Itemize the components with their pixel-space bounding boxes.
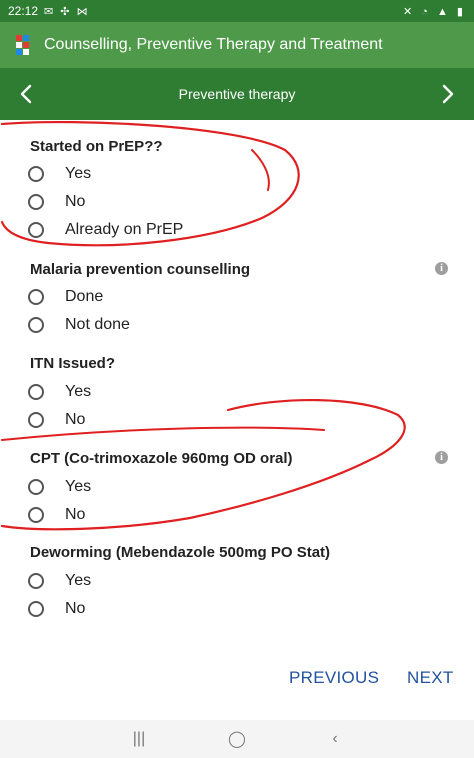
info-icon[interactable]: i <box>435 451 448 464</box>
option-label: Already on PrEP <box>65 221 184 238</box>
radio-button[interactable] <box>28 507 44 523</box>
system-status-icons: ✕ ◔ ▲ ▮ <box>403 5 466 18</box>
option-label: Yes <box>65 383 92 400</box>
section-title: Preventive therapy <box>178 86 296 102</box>
back-icon[interactable]: ‹ <box>320 730 350 748</box>
radio-button[interactable] <box>28 573 44 589</box>
notification-icons: ✉ ✣ ⋈ <box>44 5 90 18</box>
question-label: ITN Issued? <box>30 355 116 372</box>
option-label: No <box>65 600 86 617</box>
radio-option-no[interactable]: No <box>28 597 85 621</box>
radio-button[interactable] <box>28 601 44 617</box>
radio-option-yes[interactable]: Yes <box>28 569 91 593</box>
radio-option-not-done[interactable]: Not done <box>28 313 130 337</box>
radio-option-done[interactable]: Done <box>28 285 103 309</box>
info-icon[interactable]: i <box>435 262 448 275</box>
radio-option-no[interactable]: No <box>28 408 85 432</box>
radio-option-no[interactable]: No <box>28 190 85 214</box>
option-label: No <box>65 411 86 428</box>
next-button[interactable]: NEXT <box>407 668 454 688</box>
annotation-stroke-prep <box>251 149 270 191</box>
previous-button[interactable]: PREVIOUS <box>289 668 379 688</box>
radio-button[interactable] <box>28 194 44 210</box>
radio-option-yes[interactable]: Yes <box>28 380 91 404</box>
radio-button[interactable] <box>28 289 44 305</box>
option-label: No <box>65 193 86 210</box>
recents-icon[interactable]: ||| <box>124 730 154 748</box>
option-label: Yes <box>65 478 92 495</box>
app-bar: Counselling, Preventive Therapy and Trea… <box>0 22 474 68</box>
section-nav-bar: Preventive therapy <box>0 68 474 120</box>
status-bar: 22:12 ✉ ✣ ⋈ ✕ ◔ ▲ ▮ <box>0 0 474 22</box>
status-time: 22:12 <box>8 4 39 18</box>
app-logo-icon <box>16 35 30 55</box>
radio-button[interactable] <box>28 222 44 238</box>
radio-option-already-on-prep[interactable]: Already on PrEP <box>28 218 183 242</box>
app-title: Counselling, Preventive Therapy and Trea… <box>44 36 383 53</box>
question-label: Deworming (Mebendazole 500mg PO Stat) <box>30 544 331 561</box>
option-label: Done <box>65 288 104 305</box>
option-label: No <box>65 506 86 523</box>
option-label: Yes <box>65 165 92 182</box>
radio-button[interactable] <box>28 317 44 333</box>
radio-option-no[interactable]: No <box>28 503 85 527</box>
system-navigation-bar: ||| ◯ ‹ <box>0 720 474 758</box>
radio-button[interactable] <box>28 166 44 182</box>
home-icon[interactable]: ◯ <box>222 729 252 749</box>
question-label: CPT (Co-trimoxazole 960mg OD oral) <box>30 450 293 467</box>
chevron-right-icon[interactable] <box>434 80 462 108</box>
option-label: Not done <box>65 316 130 333</box>
radio-option-yes[interactable]: Yes <box>28 162 91 186</box>
radio-option-yes[interactable]: Yes <box>28 475 91 499</box>
option-label: Yes <box>65 572 92 589</box>
question-label: Started on PrEP?? <box>30 138 163 155</box>
chevron-left-icon[interactable] <box>12 80 40 108</box>
radio-button[interactable] <box>28 479 44 495</box>
radio-button[interactable] <box>28 384 44 400</box>
radio-button[interactable] <box>28 412 44 428</box>
question-label: Malaria prevention counselling <box>30 261 251 278</box>
